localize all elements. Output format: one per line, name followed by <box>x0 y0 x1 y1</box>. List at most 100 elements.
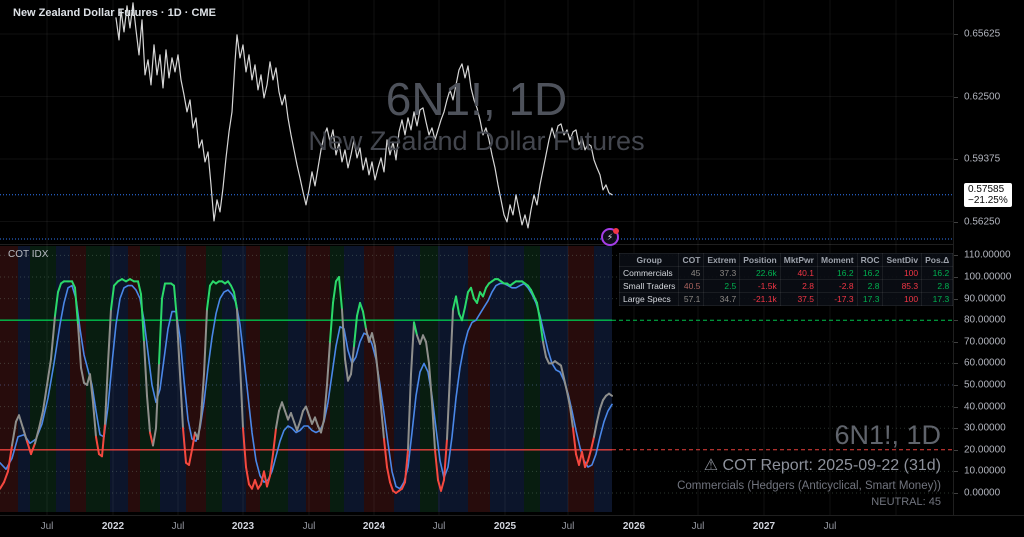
time-axis-label: 2024 <box>363 521 385 532</box>
last-price-value: 0.57585 <box>968 184 1008 195</box>
axis-tick <box>954 277 958 278</box>
event-flash-icon[interactable]: ⚡ <box>601 228 619 246</box>
notification-dot <box>613 228 619 234</box>
column-header: Moment <box>817 254 857 267</box>
column-header: MktPwr <box>780 254 817 267</box>
axis-tick <box>954 342 958 343</box>
axis-tick <box>954 428 958 429</box>
index-axis-label: 110.00000 <box>964 250 1011 261</box>
value-cell: 40.5 <box>679 280 704 293</box>
phase-band <box>0 246 18 512</box>
value-cell: 22.6k <box>740 267 781 280</box>
phase-band <box>222 246 246 512</box>
time-axis-label: 2023 <box>232 521 254 532</box>
phase-band <box>206 246 222 512</box>
column-header: SentDiv <box>883 254 922 267</box>
value-cell: 16.2 <box>817 267 857 280</box>
price-line <box>116 3 612 228</box>
index-axis-label: 10.00000 <box>964 466 1006 477</box>
phase-band <box>288 246 306 512</box>
chart-window: 6N1!, 1D New Zealand Dollar Futures New … <box>0 0 1024 537</box>
price-axis[interactable]: 0.57585 −21.25% 0.656250.625000.593750.5… <box>953 0 1024 515</box>
time-axis-label: Jul <box>303 521 316 532</box>
column-header: Position <box>740 254 781 267</box>
value-cell: -17.3 <box>817 293 857 306</box>
index-axis-label: 30.00000 <box>964 423 1006 434</box>
value-cell: -21.1k <box>740 293 781 306</box>
axis-tick <box>954 385 958 386</box>
time-axis-label: Jul <box>433 521 446 532</box>
price-pane[interactable] <box>0 0 953 244</box>
axis-tick <box>954 407 958 408</box>
index-axis-label: 70.00000 <box>964 336 1006 347</box>
time-axis[interactable]: Jul 2022 Jul 2023 Jul 2024 Jul 2025 Jul 2026 Jul 20… <box>0 515 1024 537</box>
phase-band <box>246 246 260 512</box>
phase-band <box>56 246 70 512</box>
value-cell: 37.5 <box>780 293 817 306</box>
axis-tick <box>954 450 958 451</box>
price-axis-label: 0.59375 <box>964 154 1000 165</box>
index-axis-label: 60.00000 <box>964 358 1006 369</box>
column-header: Extrem <box>704 254 740 267</box>
time-axis-label: 2025 <box>494 521 516 532</box>
axis-tick <box>954 363 958 364</box>
symbol-title[interactable]: New Zealand Dollar Futures · 1D · CME <box>13 7 216 19</box>
value-cell: 2.5 <box>704 280 740 293</box>
column-header: Pos.Δ <box>922 254 953 267</box>
group-cell: Small Traders <box>620 280 679 293</box>
value-cell: 45 <box>679 267 704 280</box>
phase-band <box>18 246 30 512</box>
group-cell: Commercials <box>620 267 679 280</box>
last-price-change: −21.25% <box>968 195 1008 206</box>
index-axis-label: 20.00000 <box>964 444 1006 455</box>
value-cell: 85.3 <box>883 280 922 293</box>
time-axis-label: Jul <box>41 521 54 532</box>
value-cell: 57.1 <box>679 293 704 306</box>
index-axis-label: 90.00000 <box>964 293 1006 304</box>
group-cell: Large Specs <box>620 293 679 306</box>
column-header: COT <box>679 254 704 267</box>
value-cell: 16.2 <box>857 267 883 280</box>
index-axis-label: 40.00000 <box>964 401 1006 412</box>
axis-tick <box>954 320 958 321</box>
axis-tick <box>954 493 958 494</box>
time-axis-label: 2027 <box>753 521 775 532</box>
axis-tick <box>954 222 958 223</box>
value-cell: 16.2 <box>922 267 953 280</box>
axis-tick <box>954 471 958 472</box>
value-cell: 100 <box>883 267 922 280</box>
last-price-label: 0.57585 −21.25% <box>964 183 1012 207</box>
index-axis-label: 80.00000 <box>964 315 1006 326</box>
phase-band <box>306 246 330 512</box>
phase-band <box>594 246 612 512</box>
price-axis-label: 0.62500 <box>964 91 1000 102</box>
value-cell: 2.8 <box>780 280 817 293</box>
value-cell: 40.1 <box>780 267 817 280</box>
value-cell: 2.8 <box>922 280 953 293</box>
column-header: Group <box>620 254 679 267</box>
value-cell: 17.3 <box>857 293 883 306</box>
axis-tick <box>954 255 958 256</box>
value-cell: 100 <box>883 293 922 306</box>
time-axis-label: Jul <box>172 521 185 532</box>
time-axis-label: Jul <box>692 521 705 532</box>
index-axis-label: 0.00000 <box>964 488 1000 499</box>
pane-separator[interactable] <box>0 244 953 245</box>
value-cell: -2.8 <box>817 280 857 293</box>
value-cell: 34.7 <box>704 293 740 306</box>
indicator-title[interactable]: COT IDX <box>8 249 48 260</box>
time-axis-label: Jul <box>562 521 575 532</box>
time-axis-label: 2022 <box>102 521 124 532</box>
value-cell: -1.5k <box>740 280 781 293</box>
phase-band <box>568 246 594 512</box>
value-cell: 37.3 <box>704 267 740 280</box>
time-axis-label: 2026 <box>623 521 645 532</box>
index-axis-label: 50.00000 <box>964 380 1006 391</box>
column-header: ROC <box>857 254 883 267</box>
axis-tick <box>954 97 958 98</box>
value-cell: 17.3 <box>922 293 953 306</box>
lightning-icon: ⚡ <box>607 233 613 242</box>
index-axis-label: 100.00000 <box>964 272 1011 283</box>
phase-band <box>140 246 160 512</box>
price-axis-label: 0.56250 <box>964 216 1000 227</box>
